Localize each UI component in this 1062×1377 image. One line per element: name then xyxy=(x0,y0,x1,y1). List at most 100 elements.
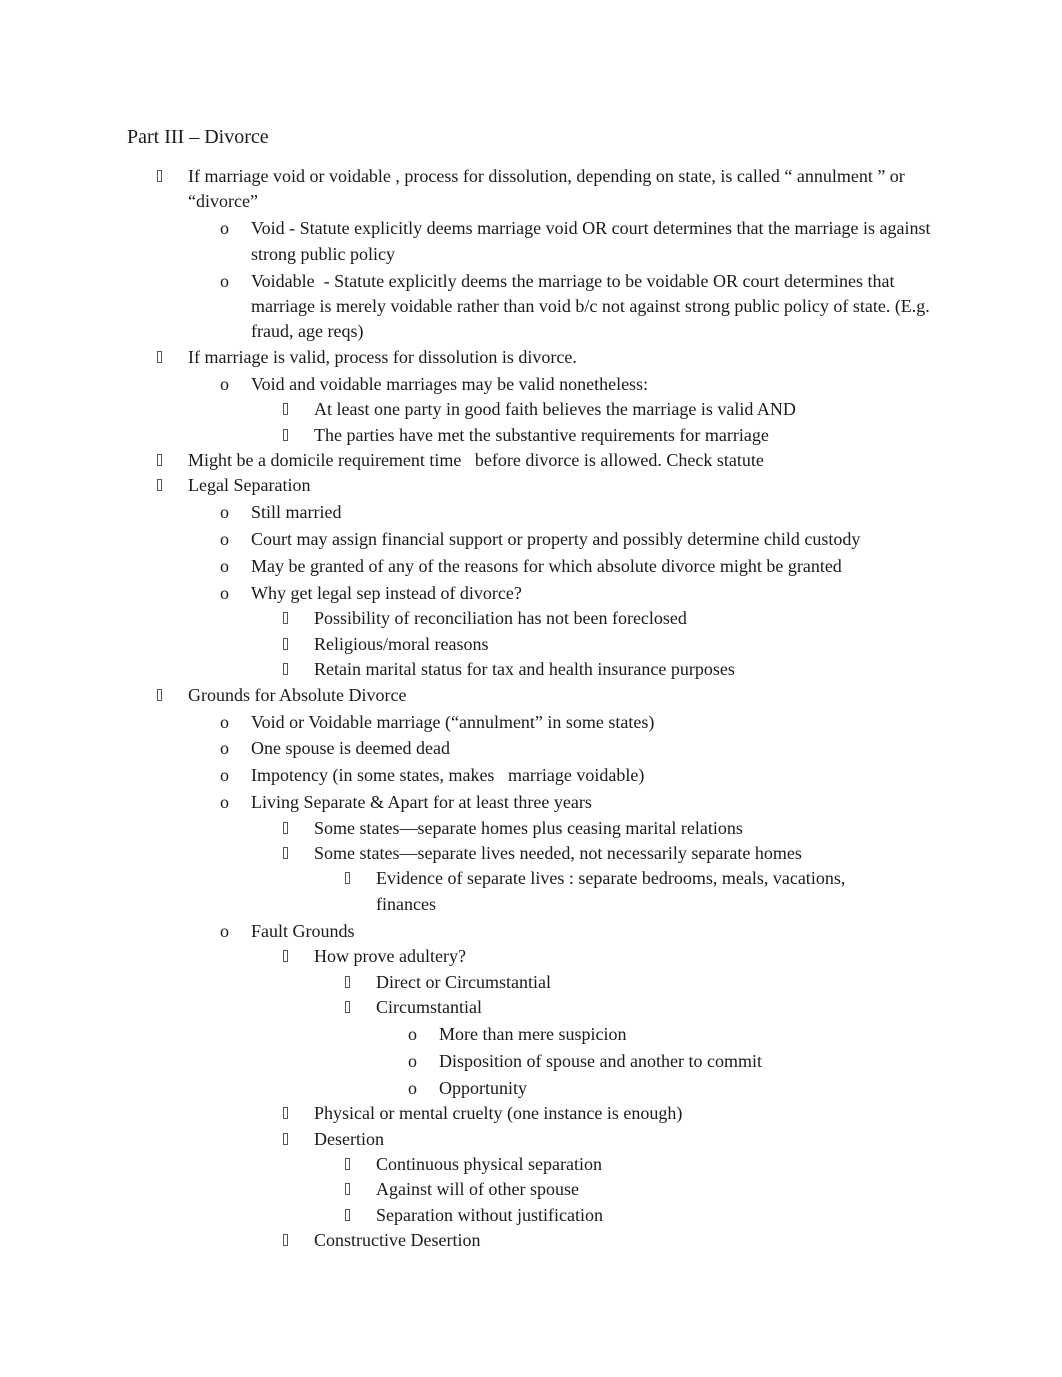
missing-glyph-box-icon xyxy=(345,1183,350,1196)
circle-bullet-icon: o xyxy=(408,1050,417,1071)
list-item-text: Why get legal sep instead of divorce? xyxy=(251,583,522,603)
square-bullet-icon xyxy=(345,995,350,1020)
list-item: At least one party in good faith believe… xyxy=(0,397,1062,422)
list-item-text: Impotency (in some states, makes marriag… xyxy=(251,765,645,786)
list-item: Legal Separation xyxy=(0,473,1062,498)
missing-glyph-box-icon xyxy=(283,403,288,416)
list-item-text: Opportunity xyxy=(439,1077,527,1098)
missing-glyph-box-icon xyxy=(283,847,288,860)
list-item: o Impotency (in some states, makes marria… xyxy=(0,763,1062,788)
list-item: Some states—separate lives needed, not n… xyxy=(0,841,1062,866)
list-item: Circumstantial xyxy=(0,995,1062,1020)
circle-bullet-icon: o xyxy=(220,270,229,291)
list-item: o Void - Statute explicitly deems marriag… xyxy=(0,216,1062,267)
list-item: o Disposition of spouse and another to co… xyxy=(0,1049,1062,1074)
list-item-text: The parties have met the substantive req… xyxy=(314,424,769,445)
list-item: o May be granted of any of the reasons fo… xyxy=(0,554,1062,579)
outline-list: If marriage void or voidable , process f… xyxy=(0,164,1062,1254)
circle-bullet-icon: o xyxy=(220,738,229,759)
square-bullet-icon xyxy=(157,683,162,708)
list-item: o Void and voidable marriages may be vali… xyxy=(0,372,1062,397)
missing-glyph-box-icon xyxy=(157,350,162,363)
missing-glyph-box-icon xyxy=(345,1157,350,1170)
missing-glyph-box-icon xyxy=(345,975,350,988)
list-item-text: Court may assign financial support or pr… xyxy=(251,529,861,550)
list-item: o More than mere suspicion xyxy=(0,1022,1062,1047)
list-item: o Opportunity xyxy=(0,1076,1062,1101)
list-item-text: Some states—separate homes plus ceasing … xyxy=(314,817,743,838)
list-item: Possibility of reconciliation has not be… xyxy=(0,606,1062,631)
list-item: o One spouse is deemed dead xyxy=(0,736,1062,761)
list-item-text: Religious/moral reasons xyxy=(314,633,489,654)
circle-bullet-icon: o xyxy=(220,556,229,577)
list-item: Evidence of separate lives : separate be… xyxy=(0,866,1062,917)
list-item-text: More than mere suspicion xyxy=(439,1023,627,1044)
missing-glyph-box-icon xyxy=(157,688,162,701)
circle-bullet-icon: o xyxy=(220,765,229,786)
document-page: Part III – Divorce If marriage void or v… xyxy=(0,0,1062,1377)
list-item: Might be a domicile requirement time bef… xyxy=(0,448,1062,473)
square-bullet-icon xyxy=(283,841,288,866)
list-item: Separation without justification xyxy=(0,1203,1062,1228)
square-bullet-icon xyxy=(345,1203,350,1228)
list-item-text: Possibility of reconciliation has not be… xyxy=(314,608,687,629)
circle-bullet-icon: o xyxy=(220,502,229,523)
list-item-text: If marriage is valid, process for dissol… xyxy=(188,346,577,367)
list-item: Desertion xyxy=(0,1127,1062,1152)
list-item: How prove adultery? xyxy=(0,944,1062,969)
square-bullet-icon xyxy=(157,164,162,189)
list-item: Against will of other spouse xyxy=(0,1177,1062,1202)
list-item: If marriage void or voidable , process f… xyxy=(0,164,1062,215)
list-item-text: Fault Grounds xyxy=(251,920,355,941)
square-bullet-icon xyxy=(345,1177,350,1202)
list-item-text: Retain marital status for tax and health… xyxy=(314,659,735,680)
section-title: Part III – Divorce xyxy=(127,126,269,148)
list-item: o Court may assign financial support or p… xyxy=(0,527,1062,552)
list-item-text: Void - Statute explicitly deems marriage… xyxy=(251,218,935,264)
square-bullet-icon xyxy=(345,1152,350,1177)
list-item-text: One spouse is deemed dead xyxy=(251,738,450,759)
list-item: Constructive Desertion xyxy=(0,1228,1062,1253)
list-item-text: Direct or Circumstantial xyxy=(376,971,551,992)
missing-glyph-box-icon xyxy=(345,1208,350,1221)
list-item: o Still married xyxy=(0,500,1062,525)
square-bullet-icon xyxy=(283,1228,288,1253)
missing-glyph-box-icon xyxy=(157,479,162,492)
missing-glyph-box-icon xyxy=(283,1107,288,1120)
circle-bullet-icon: o xyxy=(220,920,229,941)
missing-glyph-box-icon xyxy=(157,453,162,466)
square-bullet-icon xyxy=(345,970,350,995)
list-item-text: Desertion xyxy=(314,1128,384,1149)
list-item-text: If marriage void or voidable , process f… xyxy=(188,166,910,212)
circle-bullet-icon: o xyxy=(220,792,229,813)
list-item: Direct or Circumstantial xyxy=(0,970,1062,995)
square-bullet-icon xyxy=(345,866,350,891)
square-bullet-icon xyxy=(283,1127,288,1152)
list-item-text: At least one party in good faith believe… xyxy=(314,399,796,420)
list-item-text: Physical or mental cruelty (one instance… xyxy=(314,1103,683,1124)
circle-bullet-icon: o xyxy=(220,583,229,603)
list-item-text: Legal Separation xyxy=(188,475,311,496)
missing-glyph-box-icon xyxy=(283,428,288,441)
circle-bullet-icon: o xyxy=(220,373,229,394)
list-item-text: Might be a domicile requirement time bef… xyxy=(188,449,764,470)
list-item-text: How prove adultery? xyxy=(314,946,466,967)
list-item-text: Void and voidable marriages may be valid… xyxy=(251,373,649,394)
square-bullet-icon xyxy=(283,397,288,422)
list-item-text: Grounds for Absolute Divorce xyxy=(188,684,407,705)
square-bullet-icon xyxy=(283,1101,288,1126)
missing-glyph-box-icon xyxy=(283,637,288,650)
square-bullet-icon xyxy=(157,448,162,473)
list-item: Some states—separate homes plus ceasing … xyxy=(0,816,1062,841)
square-bullet-icon xyxy=(283,632,288,657)
list-item-text: Constructive Desertion xyxy=(314,1230,481,1251)
missing-glyph-box-icon xyxy=(283,950,288,963)
list-item: o Living Separate & Apart for at least th… xyxy=(0,790,1062,815)
list-item: o Voidable - Statute explicitly deems the… xyxy=(0,269,1062,345)
list-item-text: Void or Voidable marriage (“annulment” i… xyxy=(251,711,655,732)
square-bullet-icon xyxy=(283,816,288,841)
list-item-text: Continuous physical separation xyxy=(376,1153,602,1174)
list-item: o Fault Grounds xyxy=(0,919,1062,944)
circle-bullet-icon: o xyxy=(220,711,229,732)
square-bullet-icon xyxy=(157,473,162,498)
